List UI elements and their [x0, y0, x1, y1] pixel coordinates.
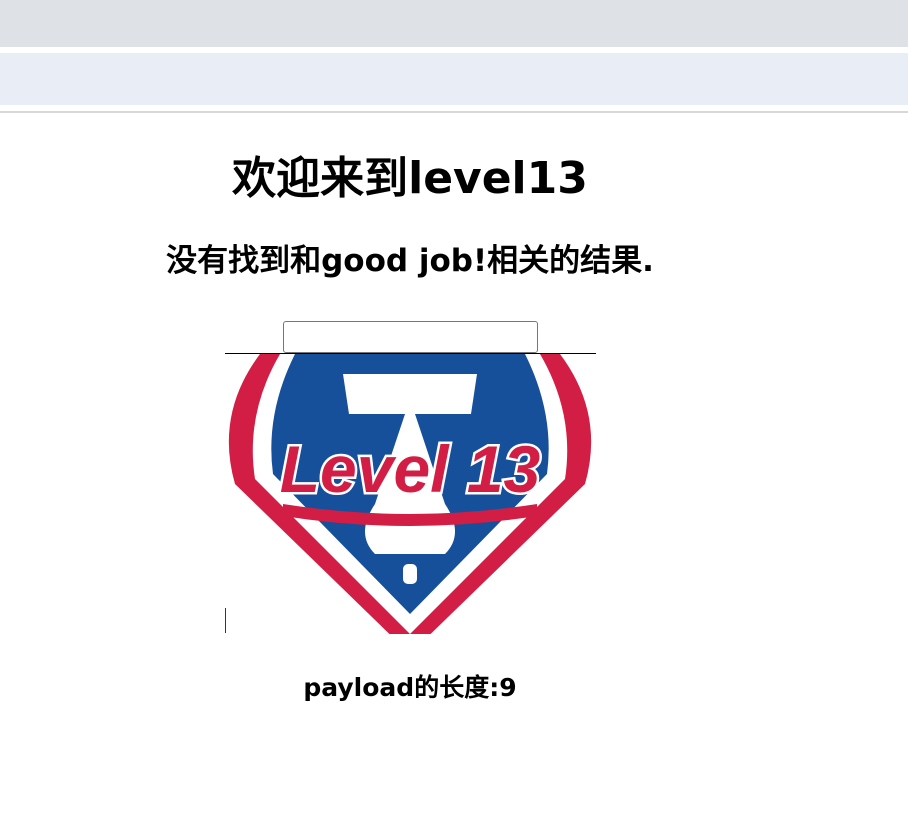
- browser-nav-bar: [0, 53, 908, 105]
- search-form: [283, 321, 538, 353]
- bell-clapper-icon: [403, 564, 417, 584]
- page-divider: [0, 111, 908, 113]
- browser-top-bar: [0, 0, 908, 47]
- level13-logo-image: Level 13: [225, 353, 596, 634]
- text-cursor-mark: [225, 608, 226, 633]
- page-title: 欢迎来到level13: [232, 153, 588, 204]
- level13-logo-svg: Level 13: [228, 354, 592, 634]
- search-result-text: 没有找到和good job!相关的结果.: [166, 243, 654, 279]
- payload-length-text: payload的长度:9: [303, 673, 517, 702]
- logo-wordmark: Level 13: [280, 432, 541, 506]
- search-input[interactable]: [283, 321, 538, 353]
